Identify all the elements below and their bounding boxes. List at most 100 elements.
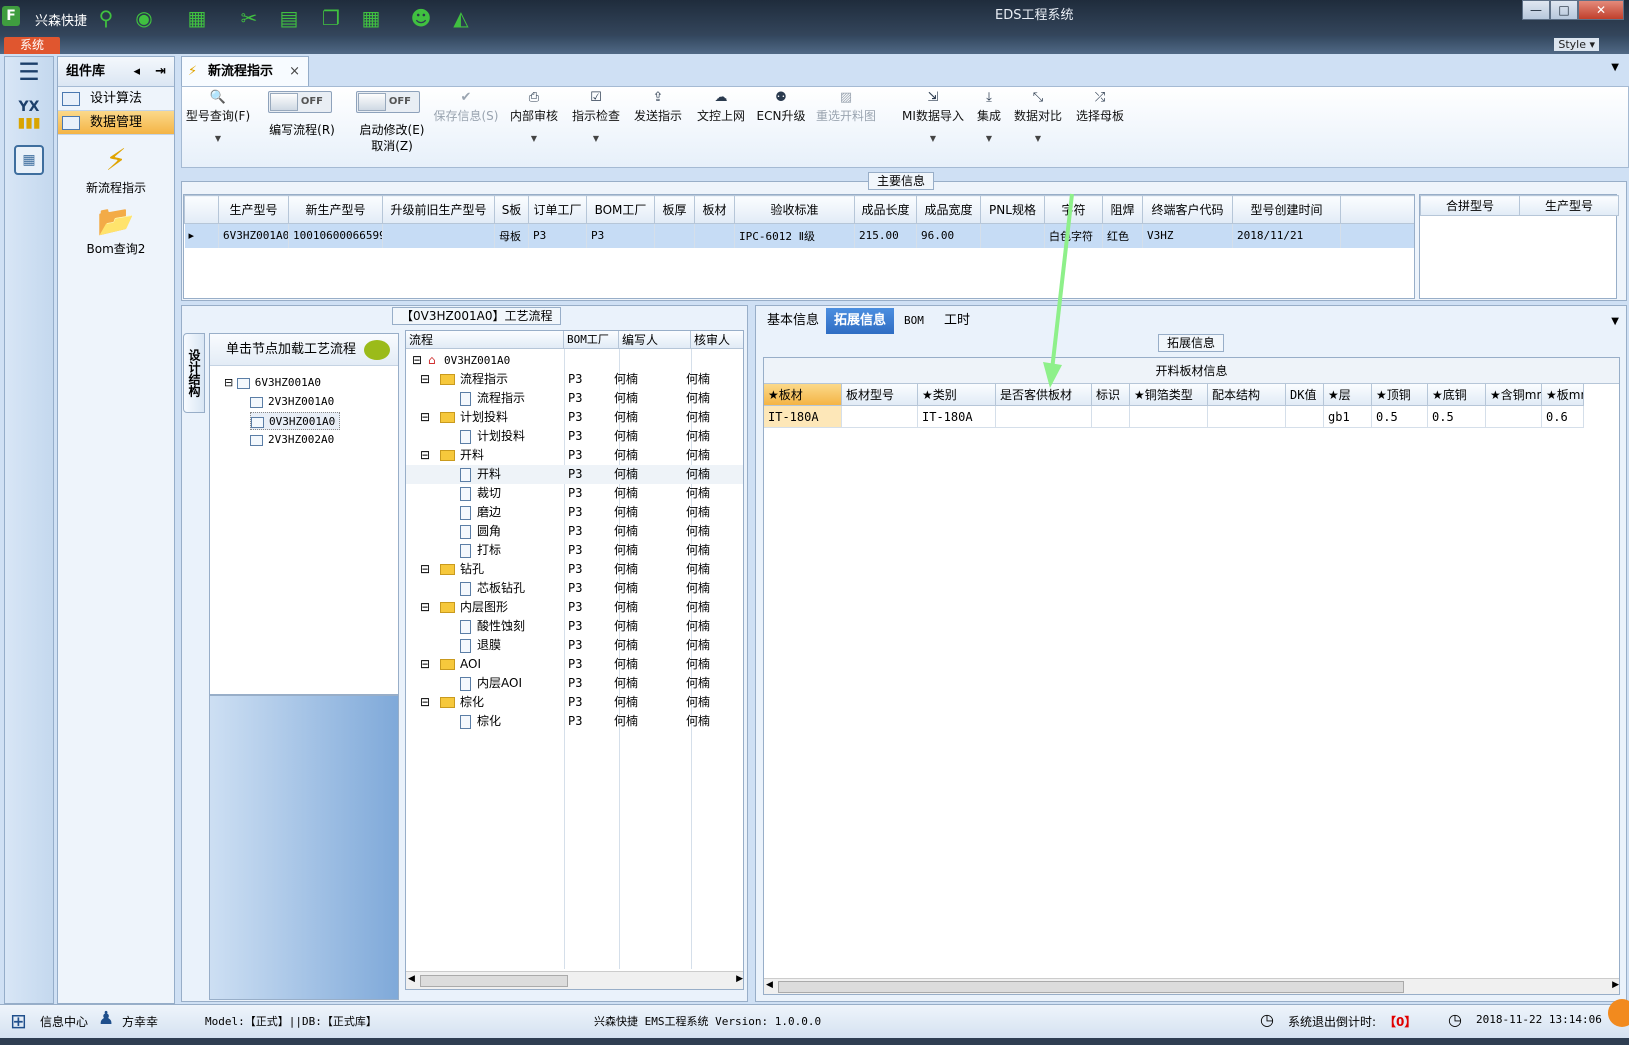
column-header[interactable]: DK值 <box>1286 384 1324 406</box>
tab-extended-info[interactable]: 拓展信息 <box>826 308 895 334</box>
minimize-button[interactable]: — <box>1522 0 1550 20</box>
grid-icon[interactable]: ▦ <box>184 5 210 31</box>
menu-system[interactable]: 系统 <box>4 37 60 54</box>
column-header[interactable]: PNL规格 <box>980 195 1045 224</box>
integrate-button[interactable]: ⤓ 集成 ▼ <box>972 89 1006 143</box>
column-header[interactable]: 编写人 <box>619 331 691 349</box>
tab-bom[interactable]: BOM <box>896 308 932 334</box>
table-cell[interactable]: 0.5 <box>1428 406 1486 428</box>
table-cell[interactable]: IT-180A <box>764 406 842 428</box>
scissors-icon[interactable]: ✂ <box>236 5 262 31</box>
bom-query-item[interactable]: 📂 Bom查询2 <box>58 204 174 257</box>
globe-icon[interactable]: ◉ <box>131 5 157 31</box>
column-header[interactable]: 字符 <box>1044 195 1103 224</box>
column-header[interactable]: S板 <box>494 195 529 224</box>
tabs-dropdown-icon[interactable]: ▼ <box>1611 316 1619 327</box>
flow-row[interactable]: 磨边 P3 何楠 何楠 <box>406 503 743 522</box>
film-icon[interactable]: ▤ <box>276 5 302 31</box>
cancel-button[interactable]: 取消(Z) <box>350 137 434 154</box>
column-header[interactable]: ★层 <box>1324 384 1372 406</box>
flow-row[interactable]: 圆角 P3 何楠 何楠 <box>406 522 743 541</box>
edit-flow-toggle[interactable]: OFF <box>268 91 332 113</box>
table-row[interactable]: ▸ 6V3HZ001A0 10010600066599 母板 P3 P3 IPC… <box>184 223 1414 248</box>
hamburger-menu-icon[interactable]: ☰ <box>5 57 53 87</box>
table-cell[interactable]: 2018/11/21 <box>1232 223 1341 248</box>
horizontal-scrollbar[interactable]: ◀ ▶ <box>764 978 1619 994</box>
tab-work-hours[interactable]: 工时 <box>936 308 978 334</box>
table-cell[interactable]: 母板 <box>494 223 529 248</box>
column-header[interactable]: 板材 <box>694 195 735 224</box>
table-cell[interactable] <box>1208 406 1286 428</box>
column-header[interactable]: 板厚 <box>654 195 695 224</box>
table-cell[interactable]: gb1 <box>1324 406 1372 428</box>
flow-row[interactable]: ⊟ 钻孔 P3 何楠 何楠 <box>406 560 743 579</box>
flow-row[interactable]: 裁切 P3 何楠 何楠 <box>406 484 743 503</box>
collapse-toggle-icon[interactable]: ⊟ <box>420 693 430 712</box>
tab-design-structure[interactable]: 设计结构 <box>183 333 205 413</box>
search-icon[interactable]: ⚲ <box>93 5 119 31</box>
collapse-toggle-icon[interactable]: ⊟ <box>420 370 430 389</box>
table-cell[interactable]: 215.00 <box>854 223 917 248</box>
table-cell[interactable]: 0.6 <box>1542 406 1584 428</box>
guide-check-button[interactable]: ☑ 指示检查 ▼ <box>570 89 622 143</box>
column-header[interactable]: BOM工厂 <box>586 195 655 224</box>
pin-icon[interactable]: ⇥ <box>155 57 166 87</box>
notification-badge[interactable] <box>1608 999 1629 1027</box>
column-header[interactable]: ★类别 <box>918 384 996 406</box>
mi-import-button[interactable]: ⇲ MI数据导入 ▼ <box>900 89 966 143</box>
column-header[interactable]: 标识 <box>1092 384 1130 406</box>
column-header[interactable]: 核审人 <box>691 331 743 349</box>
column-header[interactable]: 是否客供板材 <box>996 384 1092 406</box>
table-cell[interactable]: 10010600066599 <box>288 223 383 248</box>
column-header[interactable]: 型号创建时间 <box>1232 195 1341 224</box>
table-cell[interactable]: IPC-6012 Ⅱ级 <box>734 223 855 248</box>
scroll-right-icon[interactable]: ▶ <box>1612 980 1619 990</box>
collapse-toggle-icon[interactable]: ⊟ <box>420 408 430 427</box>
table-cell[interactable]: 白色字符 <box>1044 223 1103 248</box>
column-header[interactable]: 成品宽度 <box>916 195 981 224</box>
column-header[interactable]: 终端客户代码 <box>1142 195 1233 224</box>
column-header[interactable]: 合拼型号 <box>1420 195 1520 216</box>
send-guide-button[interactable]: ⇪ 发送指示 <box>632 89 684 124</box>
area-chart-icon[interactable]: ◭ <box>448 5 474 31</box>
doc-upload-button[interactable]: ☁ 文控上网 <box>694 89 748 124</box>
flow-row[interactable]: 退膜 P3 何楠 何楠 <box>406 636 743 655</box>
style-menu[interactable]: Style ▾ <box>1554 38 1599 51</box>
ecn-upgrade-button[interactable]: ⚉ ECN升级 <box>756 89 806 124</box>
table-cell[interactable]: P3 <box>586 223 655 248</box>
table-cell[interactable]: 6V3HZ001A0 <box>218 223 289 248</box>
flow-row[interactable]: 开料 P3 何楠 何楠 <box>406 465 743 484</box>
table-cell[interactable]: 红色 <box>1102 223 1143 248</box>
flow-row[interactable]: 芯板钻孔 P3 何楠 何楠 <box>406 579 743 598</box>
column-header[interactable]: 生产型号 <box>218 195 289 224</box>
flow-row[interactable]: ⊟ 计划投料 P3 何楠 何楠 <box>406 408 743 427</box>
table-cell[interactable] <box>1092 406 1130 428</box>
maximize-button[interactable]: □ <box>1550 0 1578 20</box>
user-icon[interactable]: ☻ <box>408 5 434 31</box>
flow-row[interactable]: ⊟ 棕化 P3 何楠 何楠 <box>406 693 743 712</box>
table-cell[interactable]: 96.00 <box>916 223 981 248</box>
flow-row[interactable]: 内层AOI P3 何楠 何楠 <box>406 674 743 693</box>
scroll-left-icon[interactable]: ◀ <box>766 980 773 990</box>
flow-row[interactable]: 打标 P3 何楠 何楠 <box>406 541 743 560</box>
column-header[interactable]: ★板mm <box>1542 384 1584 406</box>
model-query-button[interactable]: 🔍 型号查询(F) ▼ <box>184 89 252 143</box>
column-header[interactable]: 成品长度 <box>854 195 917 224</box>
save-info-button[interactable]: ✔ 保存信息(S) <box>430 89 502 124</box>
table-cell[interactable] <box>654 223 695 248</box>
column-header[interactable]: ★含铜mm <box>1486 384 1542 406</box>
table-cell[interactable]: 0.5 <box>1372 406 1428 428</box>
table-cell[interactable]: IT-180A <box>918 406 996 428</box>
column-header[interactable]: BOM工厂 <box>564 331 619 349</box>
table-icon[interactable]: ▦ <box>358 5 384 31</box>
flow-row[interactable]: ⊟ 内层图形 P3 何楠 何楠 <box>406 598 743 617</box>
comp-item-data-management[interactable]: 数据管理 <box>58 111 174 135</box>
horizontal-scrollbar[interactable]: ◀ ▶ <box>406 971 743 989</box>
column-header[interactable]: 阻焊 <box>1102 195 1143 224</box>
select-board-button[interactable]: ⤮ 选择母板 <box>1074 89 1126 124</box>
column-header[interactable]: 订单工厂 <box>528 195 587 224</box>
close-tab-icon[interactable]: × <box>289 57 300 87</box>
flow-row[interactable]: 棕化 P3 何楠 何楠 <box>406 712 743 731</box>
collapse-left-icon[interactable]: ◂ <box>133 57 140 87</box>
scroll-right-icon[interactable]: ▶ <box>736 974 743 984</box>
